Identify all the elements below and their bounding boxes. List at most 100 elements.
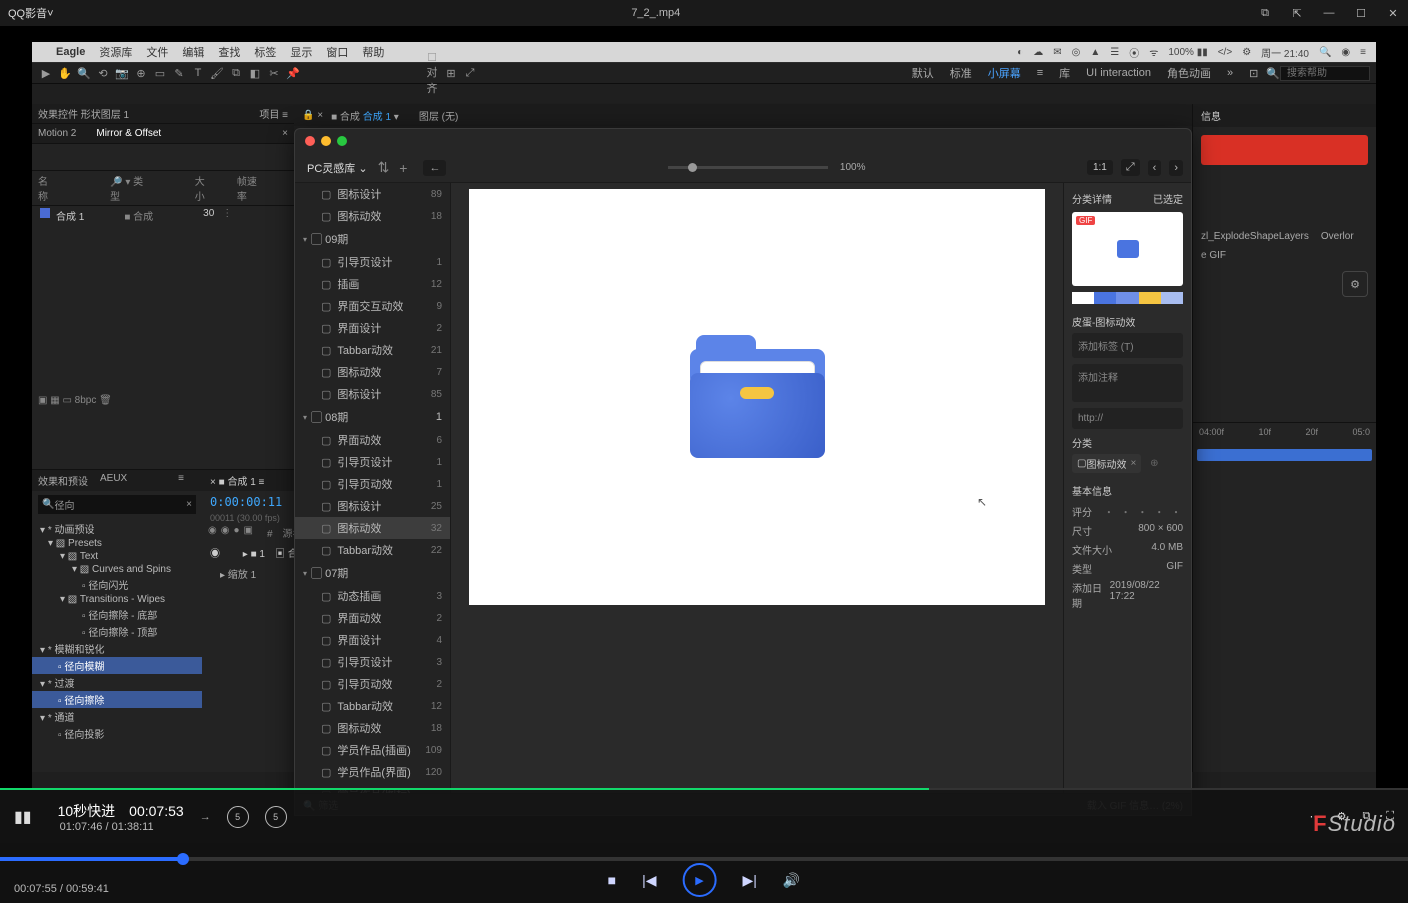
tree-item[interactable]: ▫ 径向擦除 - 顶部 (32, 623, 202, 640)
image-preview[interactable] (469, 189, 1045, 605)
status-icon[interactable]: ◎ (1072, 47, 1081, 58)
play-pause-button[interactable]: ▮▮ (14, 807, 32, 827)
effects-search-input[interactable]: 🔍 径向× (38, 495, 196, 514)
workspace-standard[interactable]: 标准 (950, 65, 972, 81)
zoom-tool[interactable]: 🔍 (76, 67, 92, 80)
red-alert-box[interactable] (1201, 135, 1368, 165)
sidebar-item[interactable]: ▢图标动效18 (295, 717, 450, 739)
tool-icon[interactable]: ⊞ (443, 67, 459, 80)
tool-icon[interactable]: ⤢ (462, 67, 478, 80)
tree-item[interactable]: ▾ ▧ Presets (32, 537, 202, 550)
sidebar-item[interactable]: ▢引导页动效2 (295, 673, 450, 695)
remove-tag-icon[interactable]: × (1130, 458, 1136, 469)
timeline-comp-tab[interactable]: × ■ 合成 1 ≡ (210, 473, 264, 488)
orbit-tool[interactable]: ⟲ (95, 67, 111, 80)
swatch[interactable] (1139, 292, 1161, 304)
app-name[interactable]: Eagle (56, 46, 85, 58)
effect-controls-tab[interactable]: 效果控件 形状图层 1 (38, 106, 129, 121)
sidebar-item[interactable]: ▢图标设计25 (295, 495, 450, 517)
selection-tool[interactable]: ▶ (38, 67, 54, 80)
project-item-comp[interactable]: 合成 1 ■ 合成 30 ⋮ (32, 206, 294, 225)
sidebar-item[interactable]: ▢界面动效6 (295, 429, 450, 451)
rect-tool[interactable]: ▭ (152, 67, 168, 80)
menu-file[interactable]: 文件 (146, 44, 168, 60)
wifi-icon[interactable]: ᯤ (1149, 45, 1158, 59)
add-tag-input[interactable]: 添加标签 (T) (1072, 333, 1183, 358)
play-button[interactable]: ▶ (683, 863, 717, 897)
tree-item[interactable]: ▫ 径向擦除 - 底部 (32, 606, 202, 623)
sidebar-item[interactable]: ▢插画12 (295, 273, 450, 295)
status-icon[interactable]: ◐ (1017, 47, 1023, 58)
tree-item[interactable]: ▾ * 动画预设 (32, 520, 202, 537)
pip-icon[interactable]: ⧉ (1258, 7, 1272, 20)
status-icon[interactable]: ☁ (1033, 47, 1043, 58)
fit-icon[interactable]: ⤢ (1121, 159, 1140, 176)
menu-view[interactable]: 显示 (290, 44, 312, 60)
roto-tool[interactable]: ✂ (266, 67, 282, 80)
category-tag[interactable]: ▢ 图标动效× (1072, 454, 1141, 473)
back-button[interactable]: ← (423, 160, 446, 176)
minimize-icon[interactable]: — (1322, 7, 1336, 19)
project-tab[interactable]: 项目 ≡ (259, 106, 288, 121)
skip-fwd-5[interactable]: 5 (265, 806, 287, 828)
close-icon[interactable]: ✕ (1386, 7, 1400, 20)
sidebar-item[interactable]: ▢界面交互动效9 (295, 295, 450, 317)
workspace-default[interactable]: 默认 (912, 65, 934, 81)
detail-tab[interactable]: 分类详情 (1072, 191, 1112, 206)
sidebar-item[interactable]: ▢Tabbar动效21 (295, 339, 450, 361)
minimize-window-icon[interactable] (321, 136, 331, 146)
puppet-tool[interactable]: 📌 (285, 67, 301, 80)
next-icon[interactable]: › (1169, 160, 1183, 176)
close-window-icon[interactable] (305, 136, 315, 146)
tree-item[interactable]: ▾ ▧ Curves and Spins (32, 563, 202, 576)
status-icon[interactable]: ⚙ (1242, 47, 1251, 58)
seek-bar[interactable] (0, 857, 1408, 861)
menu-library[interactable]: 资源库 (99, 44, 132, 60)
menu-find[interactable]: 查找 (218, 44, 240, 60)
spotlight-icon[interactable]: 🔍 (1319, 47, 1331, 58)
eagle-titlebar[interactable] (295, 129, 1191, 153)
qq-app-title[interactable]: QQ影音˅ (8, 5, 54, 21)
sidebar-item[interactable]: ▢图标动效18 (295, 205, 450, 227)
maximize-icon[interactable]: ☐ (1354, 7, 1368, 20)
add-icon[interactable]: + (399, 160, 407, 176)
script-tab[interactable]: Overlor (1321, 231, 1354, 242)
snap-label[interactable]: ☐ 对齐 (424, 51, 440, 96)
tree-item[interactable]: ▫ 径向擦除 (32, 691, 202, 708)
menu-tag[interactable]: 标签 (254, 44, 276, 60)
text-tool[interactable]: T (190, 67, 206, 79)
workspace-overflow-icon[interactable]: » (1227, 67, 1233, 79)
menu-help[interactable]: 帮助 (362, 44, 384, 60)
layer-viewer-tab[interactable]: 图层 (无) (419, 108, 458, 123)
camera-tool[interactable]: 📷 (114, 67, 130, 80)
comp-viewer-tab[interactable]: ■ 合成 合成 1 ▾ (331, 108, 399, 123)
tree-item[interactable]: ▫ 径向模糊 (32, 657, 202, 674)
url-input[interactable]: http:// (1072, 408, 1183, 429)
workspace-menu[interactable]: ≡ (1037, 67, 1043, 79)
sidebar-item[interactable]: ▢界面动效2 (295, 607, 450, 629)
pen-tool[interactable]: ✎ (171, 67, 187, 80)
zoom-window-icon[interactable] (337, 136, 347, 146)
script-tab[interactable]: zl_ExplodeShapeLayers (1201, 231, 1309, 242)
sidebar-item[interactable]: ▢引导页设计3 (295, 651, 450, 673)
workspace-lib[interactable]: 库 (1059, 65, 1070, 81)
sidebar-item[interactable]: ▢图标设计89 (295, 183, 450, 205)
settings-icon[interactable]: ⇅ (378, 159, 390, 176)
workspace-ui[interactable]: UI interaction (1086, 67, 1151, 79)
layer-bar[interactable] (1197, 449, 1372, 461)
swatch[interactable] (1161, 292, 1183, 304)
swatch[interactable] (1072, 292, 1094, 304)
tree-item[interactable]: ▫ 径向投影 (32, 725, 202, 742)
next-button[interactable]: ▶| (743, 872, 757, 889)
battery-icon[interactable]: 100% ▮▮ (1168, 47, 1207, 58)
sidebar-item[interactable]: ▢界面设计4 (295, 629, 450, 651)
help-search-input[interactable] (1280, 66, 1370, 81)
notif-icon[interactable]: ≡ (1360, 47, 1366, 58)
viewmode-11[interactable]: 1:1 (1087, 160, 1113, 175)
sidebar-item[interactable]: ▢Tabbar动效22 (295, 539, 450, 561)
siri-icon[interactable]: ◉ (1341, 47, 1350, 58)
hand-tool[interactable]: ✋ (57, 67, 73, 80)
sidebar-group[interactable]: ▾▢ 07期 (295, 561, 450, 585)
prev-icon[interactable]: ‹ (1148, 160, 1162, 176)
status-icon[interactable]: </> (1218, 47, 1232, 58)
